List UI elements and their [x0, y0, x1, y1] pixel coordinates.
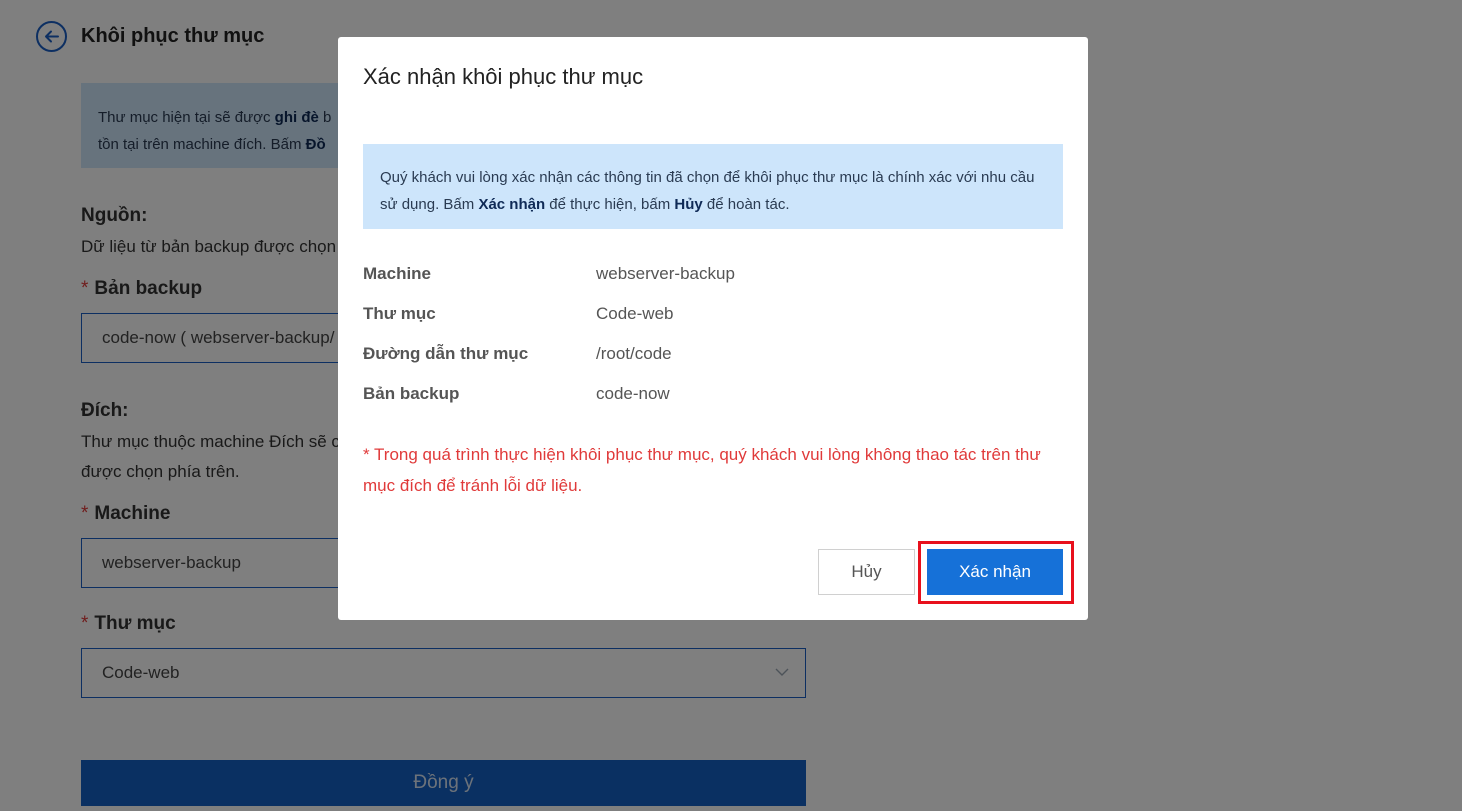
detail-value: webserver-backup	[596, 264, 735, 283]
detail-row-backup: Bản backup code-now	[363, 382, 670, 406]
detail-key: Đường dẫn thư mục	[363, 344, 529, 363]
detail-row-folder-path: Đường dẫn thư mục /root/code	[363, 342, 672, 366]
modal-warning: * Trong quá trình thực hiện khôi phục th…	[363, 445, 1041, 495]
detail-value: /root/code	[596, 344, 672, 363]
detail-value: Code-web	[596, 304, 674, 323]
confirm-button[interactable]: Xác nhận	[927, 549, 1063, 595]
detail-value: code-now	[596, 384, 670, 403]
detail-row-machine: Machine webserver-backup	[363, 262, 735, 286]
modal-title: Xác nhận khôi phục thư mục	[363, 64, 644, 89]
detail-key: Thư mục	[363, 304, 436, 323]
detail-key: Machine	[363, 264, 432, 283]
confirm-restore-modal: Xác nhận khôi phục thư mục Quý khách vui…	[338, 37, 1088, 620]
modal-notice: Quý khách vui lòng xác nhận các thông ti…	[363, 144, 1063, 229]
cancel-button[interactable]: Hủy	[818, 549, 915, 595]
detail-key: Bản backup	[363, 384, 460, 403]
detail-row-folder: Thư mục Code-web	[363, 302, 674, 326]
